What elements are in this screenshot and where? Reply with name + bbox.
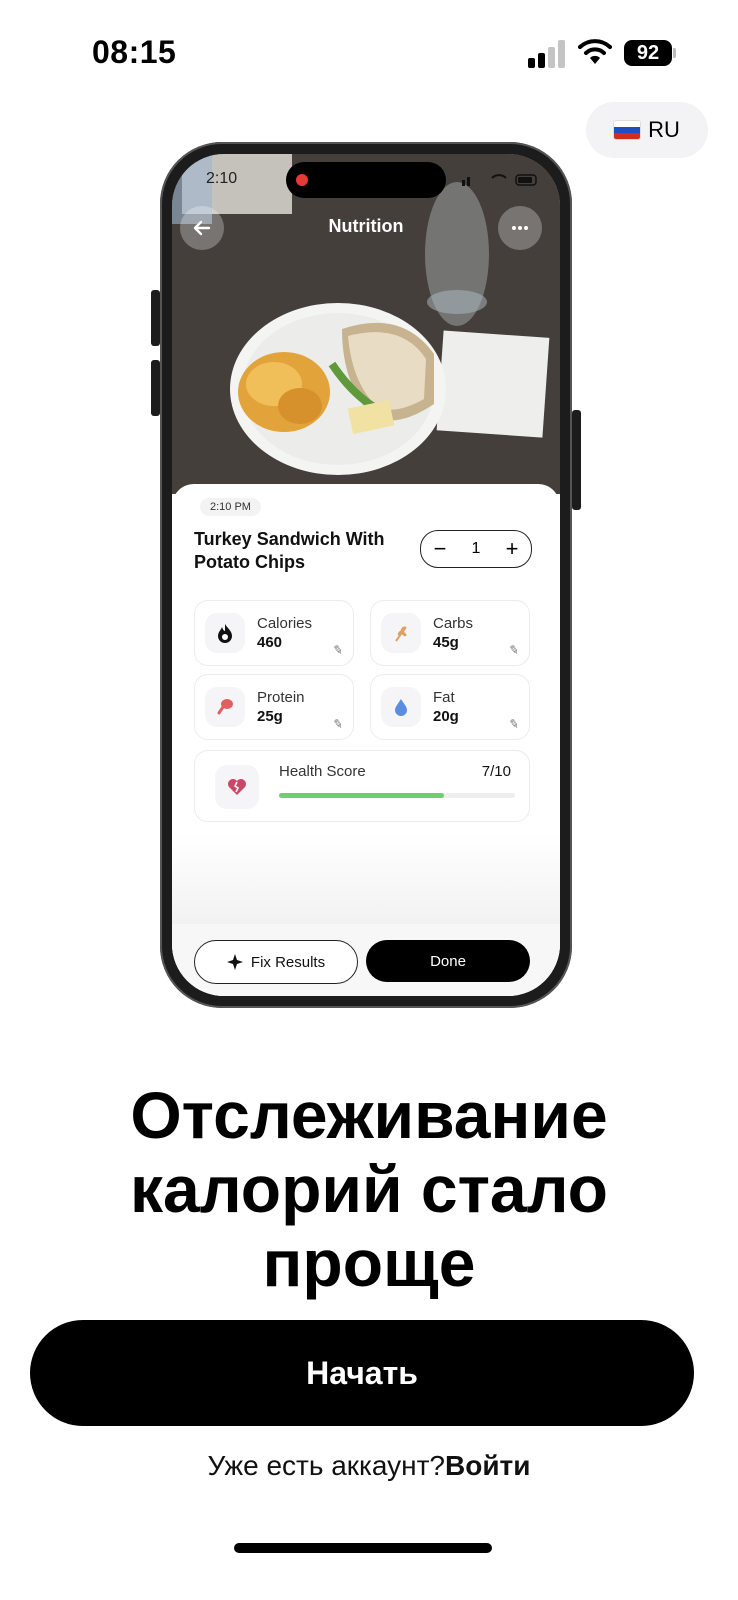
food-photo: 2:10 Nutrition	[172, 154, 560, 494]
fat-card[interactable]: Fat 20g ✎	[370, 674, 530, 740]
food-photo-illustration	[172, 154, 560, 494]
ellipsis-icon	[512, 226, 528, 230]
flame-icon	[205, 613, 245, 653]
phone-side-button	[151, 290, 160, 346]
increment-button[interactable]: +	[506, 538, 519, 560]
inner-status-time: 2:10	[206, 170, 238, 187]
quantity-value: 1	[471, 540, 481, 557]
drumstick-icon	[205, 687, 245, 727]
login-prompt-row: Уже есть аккаунт?Войти	[0, 1450, 738, 1482]
nutrient-value: 20g	[433, 708, 459, 725]
nutrient-value: 460	[257, 634, 283, 651]
nutrient-label: Fat	[433, 689, 455, 706]
protein-card[interactable]: Protein 25g ✎	[194, 674, 354, 740]
login-prompt: Уже есть аккаунт?	[207, 1450, 446, 1481]
calories-card[interactable]: Calories 460 ✎	[194, 600, 354, 666]
decrement-button[interactable]: −	[434, 538, 447, 560]
onboarding-headline: Отслеживание калорий стало проще	[129, 1078, 609, 1300]
login-link[interactable]: Войти	[445, 1450, 530, 1481]
battery-tip	[673, 48, 676, 58]
nutrient-value: 25g	[257, 708, 283, 725]
sparkle-icon	[226, 954, 243, 970]
nutrient-value: 45g	[433, 634, 459, 651]
more-options-button[interactable]	[498, 206, 542, 250]
wifi-icon	[578, 39, 612, 64]
start-button[interactable]: Начать	[30, 1320, 694, 1426]
edit-pencil-icon[interactable]: ✎	[508, 642, 520, 658]
phone-side-button	[572, 410, 581, 510]
edit-pencil-icon[interactable]: ✎	[332, 716, 344, 732]
nutrient-label: Calories	[257, 615, 313, 632]
status-bar: 08:15 92	[0, 0, 738, 90]
done-button[interactable]: Done	[366, 940, 530, 982]
app-preview-phone: 2:10 Nutrition 2:10 PM Turkey Sandwich W…	[151, 142, 581, 1008]
health-score-value: 7/10	[481, 763, 511, 780]
sheet-fade	[172, 834, 560, 924]
health-score-card: Health Score 7/10	[194, 750, 530, 822]
edit-pencil-icon[interactable]: ✎	[332, 642, 344, 658]
droplet-icon	[381, 687, 421, 727]
quantity-stepper[interactable]: − 1 +	[420, 530, 532, 568]
phone-screen: 2:10 Nutrition 2:10 PM Turkey Sandwich W…	[172, 154, 560, 996]
carbs-card[interactable]: Carbs 45g ✎	[370, 600, 530, 666]
edit-pencil-icon[interactable]: ✎	[508, 716, 520, 732]
food-name: Turkey Sandwich With Potato Chips	[194, 529, 385, 572]
recording-indicator	[296, 174, 308, 186]
time-chip: 2:10 PM	[200, 498, 261, 516]
health-score-fill	[279, 793, 445, 798]
cellular-signal-icon	[528, 38, 570, 68]
nutrient-label: Carbs	[433, 615, 474, 632]
phone-side-button	[151, 360, 160, 416]
health-score-label: Health Score	[279, 763, 366, 780]
language-selector[interactable]: RU	[586, 102, 708, 158]
fix-results-label: Fix Results	[250, 953, 326, 971]
battery-indicator: 92	[624, 40, 672, 66]
home-indicator	[234, 1543, 492, 1553]
nutrition-sheet: 2:10 PM Turkey Sandwich With Potato Chip…	[172, 484, 560, 996]
dynamic-island	[286, 162, 446, 198]
broken-heart-icon	[215, 765, 259, 809]
wheat-icon	[381, 613, 421, 653]
status-time: 08:15	[92, 34, 177, 70]
language-code: RU	[648, 117, 680, 142]
health-score-track	[279, 793, 515, 798]
fix-results-button[interactable]: Fix Results	[194, 940, 358, 984]
russia-flag-icon	[614, 121, 641, 139]
inner-status-icons	[462, 174, 537, 186]
nutrient-label: Protein	[257, 689, 305, 706]
